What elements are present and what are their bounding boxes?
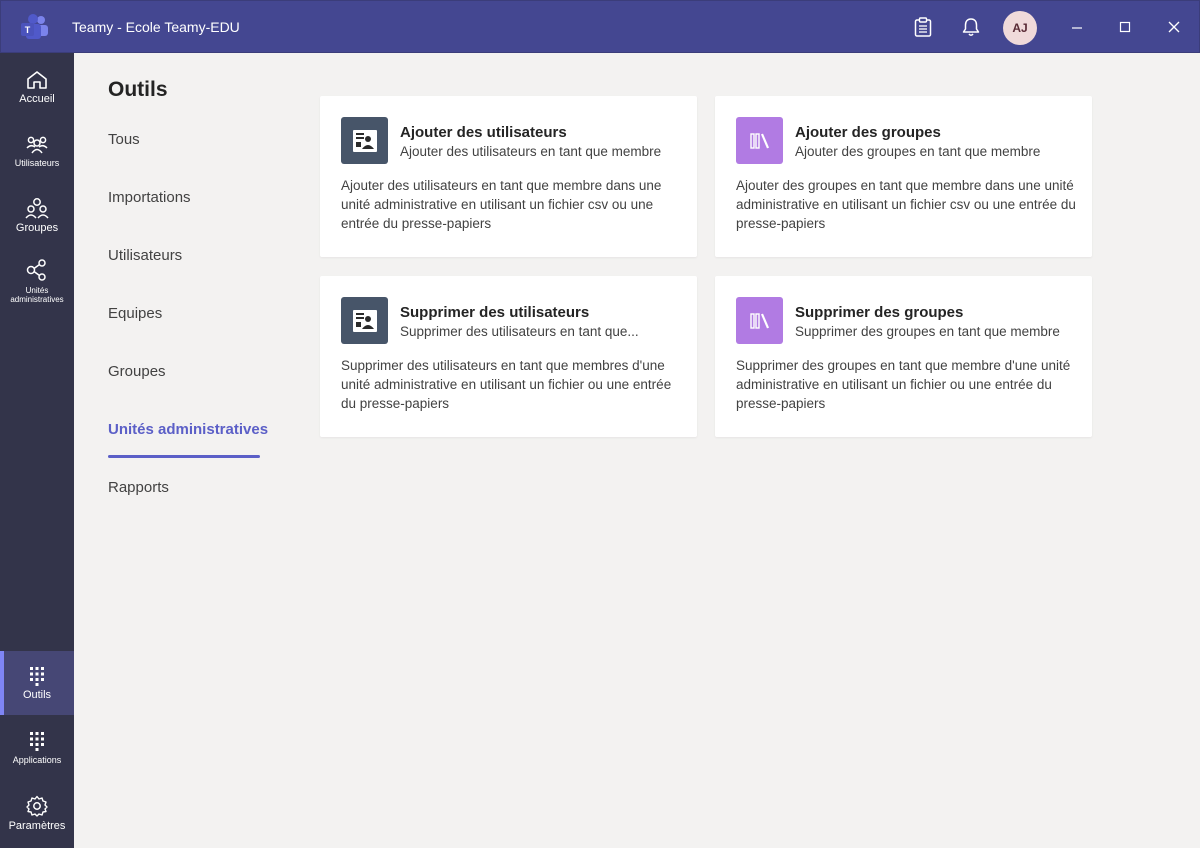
library-icon [736,297,783,344]
card-subtitle: Supprimer des groupes en tant que membre [795,324,1060,339]
subnav-groupes[interactable]: Groupes [108,363,166,380]
user-import-icon [341,117,388,164]
subnav-importations[interactable]: Importations [108,189,191,206]
card-title: Supprimer des groupes [795,304,964,321]
rail-label: Accueil [19,93,55,105]
rail-label: Paramètres [8,820,66,832]
gear-icon [26,795,48,817]
card-title: Supprimer des utilisateurs [400,304,590,321]
card-title: Ajouter des utilisateurs [400,124,567,141]
home-icon [27,71,47,89]
card-remove-groups[interactable]: Supprimer des groupes Supprimer des grou… [715,276,1092,437]
rail-item-accueil[interactable]: Accueil [0,55,74,119]
card-description: Ajouter des groupes en tant que membre d… [736,178,1076,231]
rail-label: Unités administratives [10,286,64,304]
rail-item-groupes[interactable]: Groupes [0,183,74,247]
subnav-utilisateurs[interactable]: Utilisateurs [108,247,182,264]
card-remove-users[interactable]: Supprimer des utilisateurs Supprimer des… [320,276,697,437]
card-subtitle: Supprimer des utilisateurs en tant que..… [400,324,639,339]
card-subtitle: Ajouter des utilisateurs en tant que mem… [400,144,662,159]
library-icon [736,117,783,164]
page-title: Outils [108,78,168,101]
active-tab-indicator [108,455,260,458]
card-description: Supprimer des groupes en tant que membre… [736,358,1071,411]
rail-item-unites-administratives[interactable]: Unités administratives [0,249,74,313]
title-bar: T Teamy - Ecole Teamy-EDU AJ [0,0,1200,53]
avatar[interactable]: AJ [1003,11,1037,45]
rail-label: Outils [22,689,52,701]
apps-grid-icon [30,732,44,751]
minimize-icon[interactable] [1065,15,1089,39]
card-description: Ajouter des utilisateurs en tant que mem… [341,178,662,231]
subnav-rapports[interactable]: Rapports [108,479,169,496]
groups-icon [25,198,49,219]
rail-item-applications[interactable]: Applications [0,716,74,780]
subnav-unites-administratives[interactable]: Unités administratives [108,421,268,438]
rail-label: Utilisateurs [14,158,60,168]
card-description: Supprimer des utilisateurs en tant que m… [341,358,672,411]
teams-logo-icon: T [21,14,48,39]
subnav-tous[interactable]: Tous [108,131,140,148]
rail-label: Applications [12,755,62,765]
app-rail: Accueil Utilisateurs Groupes Unités admi… [0,53,74,848]
rail-label: Groupes [15,222,59,234]
close-icon[interactable] [1162,15,1186,39]
users-icon [26,136,48,154]
card-add-groups[interactable]: Ajouter des groupes Ajouter des groupes … [715,96,1092,257]
rail-item-outils[interactable]: Outils [0,651,74,715]
card-subtitle: Ajouter des groupes en tant que membre [795,144,1041,159]
card-add-users[interactable]: Ajouter des utilisateurs Ajouter des uti… [320,96,697,257]
bell-icon[interactable] [959,15,983,39]
card-title: Ajouter des groupes [795,124,941,141]
clipboard-icon[interactable] [911,15,935,39]
window-title: Teamy - Ecole Teamy-EDU [72,19,240,35]
user-import-icon [341,297,388,344]
rail-item-parametres[interactable]: Paramètres [0,781,74,845]
svg-text:T: T [25,25,31,35]
org-nodes-icon [26,259,46,281]
rail-item-utilisateurs[interactable]: Utilisateurs [0,119,74,183]
subnav-equipes[interactable]: Equipes [108,305,162,322]
maximize-icon[interactable] [1113,15,1137,39]
tools-grid-icon [30,667,44,686]
